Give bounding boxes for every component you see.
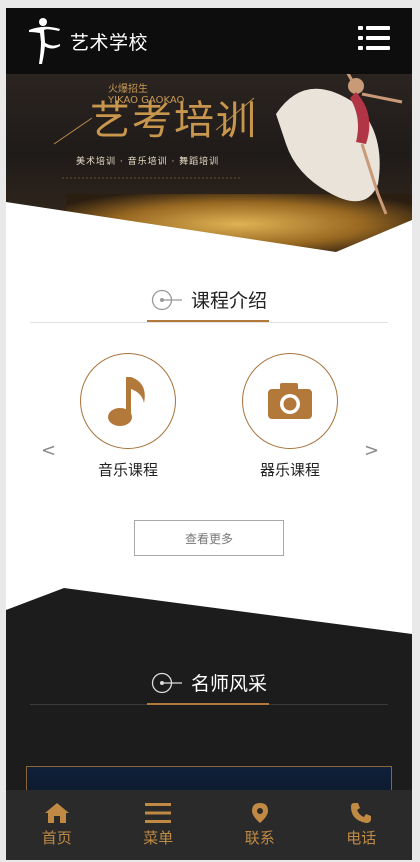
- menu-icon-bar: [366, 36, 390, 40]
- menu-icon: [145, 803, 172, 823]
- title-underline: [147, 320, 269, 322]
- courses-title-text: 课程介绍: [190, 290, 267, 312]
- nav-contact[interactable]: 联系: [209, 790, 311, 860]
- phone-icon: [351, 803, 372, 823]
- menu-icon-bar: [358, 46, 363, 50]
- disc-arrow-icon: [151, 289, 182, 310]
- nav-label: 首页: [41, 829, 72, 847]
- dancer-logo-icon: [29, 18, 60, 64]
- menu-icon: [358, 26, 363, 30]
- course-icon-circle: [242, 353, 338, 449]
- menu-icon-bar: [366, 26, 390, 30]
- divider: [30, 322, 388, 323]
- menu-icon-bar: [366, 46, 390, 50]
- teachers-title-text: 名师风采: [190, 673, 267, 695]
- teachers-section-title: 名师风采: [6, 669, 412, 696]
- menu-button[interactable]: [358, 24, 390, 52]
- bottom-nav: 首页 菜单 联系 电话: [6, 790, 412, 860]
- course-icon-circle: [80, 353, 176, 449]
- course-label: 器乐课程: [259, 461, 320, 479]
- courses-section-title: 课程介绍: [6, 286, 412, 313]
- carousel-next-button[interactable]: >: [364, 440, 379, 461]
- logo[interactable]: 艺术学校: [26, 16, 148, 66]
- page-frame: 艺术学校 火爆招生 YIKAO GAOKAO 艺考培训 美术培训 · 音乐培训 …: [6, 8, 412, 860]
- nav-label: 电话: [346, 829, 377, 847]
- camera-icon: [268, 383, 312, 419]
- title-underline: [147, 703, 269, 705]
- location-pin-icon: [251, 803, 268, 823]
- course-label: 音乐课程: [97, 461, 158, 479]
- disc-arrow-icon: [151, 672, 182, 693]
- header: 艺术学校: [6, 8, 412, 74]
- nav-menu[interactable]: 菜单: [108, 790, 210, 860]
- music-note-icon: [108, 377, 145, 426]
- banner-diagonal-cut: [6, 202, 412, 252]
- hero-banner[interactable]: 火爆招生 YIKAO GAOKAO 艺考培训 美术培训 · 音乐培训 · 舞蹈培…: [6, 74, 412, 252]
- nav-phone[interactable]: 电话: [311, 790, 413, 860]
- course-card[interactable]: 器乐课程: [242, 353, 338, 480]
- nav-home[interactable]: 首页: [6, 790, 108, 860]
- nav-label: 联系: [244, 829, 275, 847]
- home-icon: [44, 803, 69, 823]
- carousel-prev-button[interactable]: <: [41, 440, 56, 461]
- logo-text: 艺术学校: [70, 31, 149, 54]
- course-card[interactable]: 音乐课程: [80, 353, 176, 480]
- view-more-button[interactable]: 查看更多: [134, 520, 284, 556]
- nav-label: 菜单: [143, 829, 174, 847]
- menu-icon-bar: [358, 36, 363, 40]
